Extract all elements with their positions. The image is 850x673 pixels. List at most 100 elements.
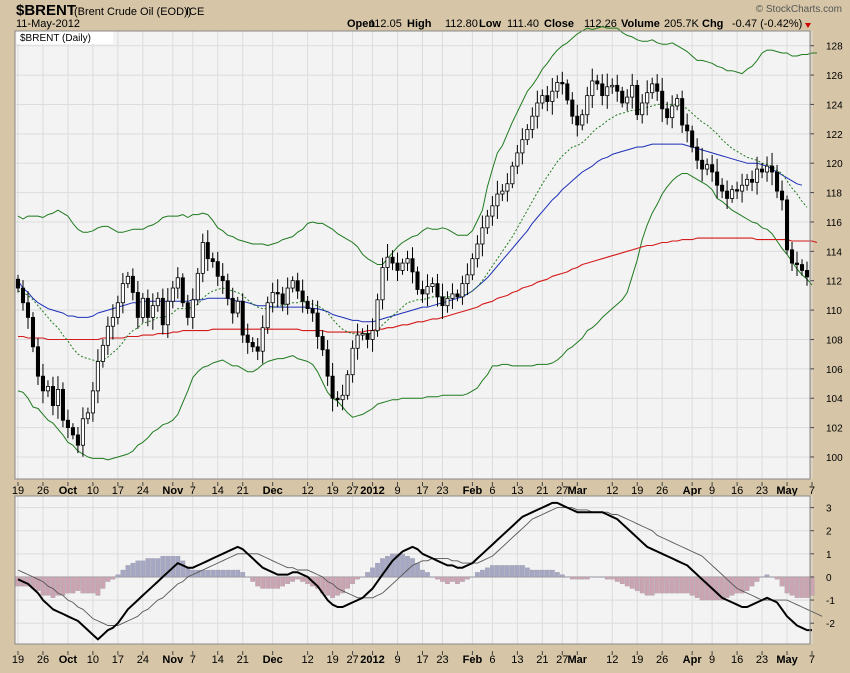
quote-high-value: 112.80 <box>445 18 478 30</box>
x-tick-label: 19 <box>326 654 338 666</box>
x-tick-label: 23 <box>436 654 448 666</box>
candle-body <box>230 297 235 314</box>
y-tick-label: 104 <box>826 394 843 405</box>
candle-body <box>615 84 620 92</box>
candle-body <box>235 300 240 314</box>
histogram-bar <box>539 569 545 578</box>
histogram-bar <box>410 558 415 578</box>
candle-body <box>735 189 740 192</box>
x-tick-label: 16 <box>731 654 743 666</box>
histogram-bar <box>544 569 550 578</box>
macd-y-axis: -2 -1 0 1 2 3 <box>810 504 835 630</box>
x-tick-label: 7 <box>809 654 815 666</box>
quote-chg-value: -0.47 (-0.42%) <box>732 18 802 30</box>
x-tick-label: 17 <box>416 654 428 666</box>
candle-body <box>560 82 565 85</box>
candle-body <box>315 312 320 337</box>
histogram-bar <box>435 576 440 580</box>
x-tick-label: 14 <box>212 654 224 666</box>
histogram-bar <box>260 576 266 589</box>
x-tick-label: Oct <box>59 654 78 666</box>
x-tick-label: 21 <box>237 485 249 497</box>
candle-body <box>685 124 690 132</box>
candle-body <box>95 361 100 392</box>
candle-body <box>495 193 500 207</box>
x-tick-label: 24 <box>137 485 149 497</box>
candle-body <box>375 299 380 332</box>
histogram-bar <box>679 576 685 594</box>
x-tick-label: 23 <box>436 485 448 497</box>
candle-body <box>420 289 425 295</box>
x-tick-label: 14 <box>212 485 224 497</box>
x-tick-label: 6 <box>489 654 495 666</box>
candle-body <box>690 130 695 148</box>
histogram-bar <box>270 576 276 589</box>
histogram-bar <box>85 576 91 594</box>
candle-body <box>325 349 330 377</box>
candle-body <box>50 386 55 406</box>
change-down-icon <box>805 23 811 28</box>
candle-body <box>645 92 650 104</box>
x-tick-label: Nov <box>162 485 184 497</box>
y-tick-label: 126 <box>826 71 843 82</box>
candle-body <box>670 105 675 119</box>
candle-body <box>660 90 665 110</box>
histogram-bar <box>694 576 700 598</box>
x-tick-label: 19 <box>12 485 24 497</box>
histogram-bar <box>295 576 300 580</box>
histogram-bar <box>40 576 46 596</box>
quote-chg-label: Chg <box>702 18 723 30</box>
candle-body <box>770 165 775 173</box>
x-tick-label: Mar <box>568 654 588 666</box>
candle-body <box>210 258 215 263</box>
candle-body <box>405 258 410 264</box>
histogram-bar <box>450 576 455 582</box>
candle-body <box>799 264 805 271</box>
histogram-bar <box>749 576 755 587</box>
histogram-bar <box>804 576 810 598</box>
candle-body <box>470 258 475 276</box>
x-tick-label: 6 <box>489 485 495 497</box>
candle-body <box>785 199 790 251</box>
x-tick-label: Feb <box>463 654 483 666</box>
x-tick-label: May <box>776 654 798 666</box>
candle-body <box>355 334 360 349</box>
candle-body <box>170 287 175 302</box>
candle-body <box>460 283 465 298</box>
histogram-bar <box>594 576 600 578</box>
symbol-label: $BRENT <box>16 2 76 19</box>
histogram-bar <box>235 569 241 578</box>
histogram-bar <box>445 576 450 584</box>
candle-body <box>100 344 105 362</box>
instrument-name: (Brent Crude Oil (EOD)) <box>74 6 191 18</box>
candle-body <box>430 283 435 287</box>
x-tick-label: 17 <box>112 654 124 666</box>
candle-body <box>300 290 305 302</box>
candle-body <box>365 333 370 340</box>
histogram-bar <box>559 574 565 578</box>
histogram-bar <box>65 576 71 594</box>
candle-body <box>360 333 365 336</box>
candle-body <box>285 287 290 305</box>
histogram-bar <box>589 576 595 578</box>
histogram-bar <box>619 576 625 584</box>
histogram-bar <box>799 576 805 598</box>
histogram-bar <box>365 572 370 578</box>
candle-body <box>545 95 550 102</box>
candle-body <box>655 83 660 92</box>
histogram-bar <box>370 567 375 578</box>
y-tick-label: 120 <box>826 159 843 170</box>
histogram-bar <box>714 576 720 601</box>
histogram-bar <box>180 560 186 578</box>
candle-body <box>205 242 210 260</box>
histogram-bar <box>754 576 760 582</box>
candle-body <box>165 300 170 326</box>
histogram-bar <box>674 576 680 594</box>
histogram-bar <box>490 565 495 578</box>
candle-body <box>640 102 645 116</box>
candle-body <box>520 139 525 154</box>
x-tick-label: 12 <box>302 654 314 666</box>
candle-body <box>30 317 36 348</box>
histogram-bar <box>150 558 156 578</box>
candle-body <box>380 267 385 301</box>
